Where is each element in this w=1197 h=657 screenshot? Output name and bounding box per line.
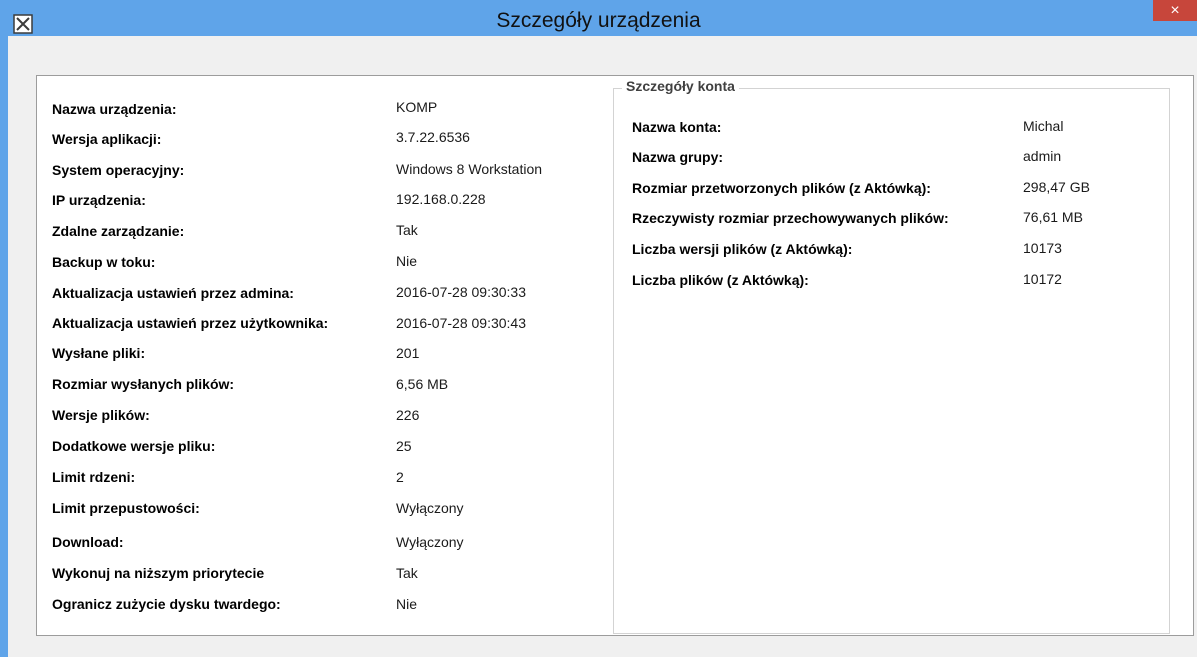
account-label: Nazwa grupy:: [632, 149, 724, 165]
title-bar[interactable]: Szczegóły urządzenia ×: [0, 0, 1197, 36]
account-label: Rzeczywisty rozmiar przechowywanych plik…: [632, 210, 949, 226]
device-value: KOMP: [396, 99, 438, 115]
device-label: Aktualizacja ustawień przez admina:: [52, 285, 294, 301]
device-value: Tak: [396, 565, 418, 581]
device-value: 2: [396, 469, 404, 485]
account-value: 76,61 MB: [1023, 209, 1083, 225]
device-label: System operacyjny:: [52, 162, 185, 178]
device-label: Dodatkowe wersje pliku:: [52, 438, 216, 454]
device-value: 2016-07-28 09:30:43: [396, 315, 526, 331]
device-label: Wersja aplikacji:: [52, 131, 162, 147]
device-label: Download:: [52, 534, 124, 550]
device-label: Aktualizacja ustawień przez użytkownika:: [52, 315, 329, 331]
device-label: Wersje plików:: [52, 407, 150, 423]
device-label: Ogranicz zużycie dysku twardego:: [52, 596, 281, 612]
device-value: 226: [396, 407, 420, 423]
device-label: Limit rdzeni:: [52, 469, 136, 485]
device-value: 192.168.0.228: [396, 191, 486, 207]
device-label: Nazwa urządzenia:: [52, 101, 177, 117]
close-button[interactable]: ×: [1153, 0, 1197, 21]
account-value: 10173: [1023, 240, 1062, 256]
device-value: Wyłączony: [396, 534, 464, 550]
device-value: Nie: [396, 596, 418, 612]
device-label: Backup w toku:: [52, 254, 156, 270]
account-label: Nazwa konta:: [632, 119, 722, 135]
device-value: Tak: [396, 222, 418, 238]
device-label: Rozmiar wysłanych plików:: [52, 376, 235, 392]
device-value: 6,56 MB: [396, 376, 449, 392]
account-label: Liczba plików (z Aktówką):: [632, 272, 809, 288]
device-value: 2016-07-28 09:30:33: [396, 284, 526, 300]
device-label: Limit przepustowości:: [52, 500, 200, 516]
close-icon: ×: [1170, 2, 1180, 19]
device-label: Wykonuj na niższym priorytecie: [52, 565, 265, 581]
account-group-legend: Szczegóły konta: [622, 78, 739, 94]
account-label: Liczba wersji plików (z Aktówką):: [632, 241, 853, 257]
account-value: Michal: [1023, 118, 1064, 134]
account-value: 298,47 GB: [1023, 179, 1090, 195]
device-label: IP urządzenia:: [52, 192, 146, 208]
account-value: 10172: [1023, 271, 1062, 287]
device-value: Wyłączony: [396, 500, 464, 516]
account-group-box: [613, 88, 1170, 634]
device-value: Windows 8 Workstation: [396, 161, 543, 177]
account-value: admin: [1023, 148, 1062, 164]
device-value: 25: [396, 438, 412, 454]
dialog-window: Szczegóły urządzenia × Nazwa urządzenia:…: [0, 0, 1197, 657]
client-top-band: [8, 36, 1197, 59]
device-value: 201: [396, 345, 420, 361]
device-value: Nie: [396, 253, 418, 269]
device-value: 3.7.22.6536: [396, 129, 470, 145]
account-label: Rozmiar przetworzonych plików (z Aktówką…: [632, 180, 931, 196]
device-label: Wysłane pliki:: [52, 345, 146, 361]
device-label: Zdalne zarządzanie:: [52, 223, 185, 239]
window-title: Szczegóły urządzenia: [496, 9, 701, 32]
